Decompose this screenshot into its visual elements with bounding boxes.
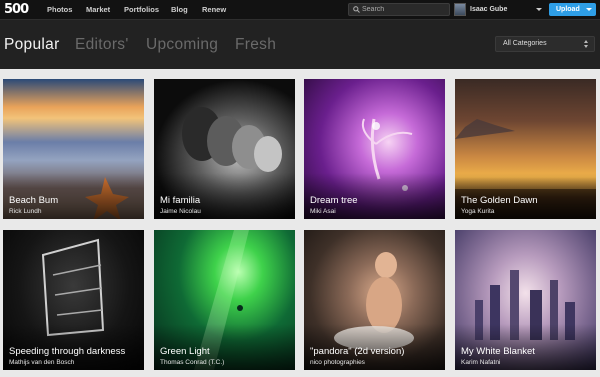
nav-portfolios[interactable]: Portfolios — [124, 0, 159, 19]
user-name: Isaac Gube — [470, 6, 508, 13]
avatar — [454, 3, 466, 16]
nav-renew[interactable]: Renew — [202, 0, 226, 19]
upload-label: Upload — [556, 6, 580, 13]
user-menu[interactable]: Isaac Gube — [454, 3, 544, 16]
chevron-down-icon — [586, 8, 592, 11]
photo-title[interactable]: Speeding through darkness — [9, 346, 125, 357]
top-nav-bar: 500 Photos Market Portfolios Blog Renew … — [0, 0, 600, 19]
select-arrows-icon — [584, 39, 589, 49]
photo-card[interactable]: Green Light Thomas Conrad (T.C.) — [154, 230, 295, 370]
tab-fresh[interactable]: Fresh — [235, 35, 276, 54]
search-input[interactable] — [362, 4, 448, 15]
photo-card[interactable]: Dream tree Miki Asai — [304, 79, 445, 219]
nav-market[interactable]: Market — [86, 0, 110, 19]
nav-blog[interactable]: Blog — [171, 0, 188, 19]
photo-author[interactable]: Rick Lundh — [9, 207, 42, 216]
logo[interactable]: 500 — [4, 2, 30, 17]
photo-author[interactable]: Karim Nafatni — [461, 358, 500, 367]
category-select[interactable]: All Categories — [495, 36, 595, 52]
photo-title[interactable]: Green Light — [160, 346, 210, 357]
tab-editors[interactable]: Editors' — [75, 35, 129, 54]
photo-card[interactable]: Beach Bum Rick Lundh — [3, 79, 144, 219]
photo-author[interactable]: nico photographies — [310, 358, 365, 367]
photo-card[interactable]: "pandora" (2d version) nico photographie… — [304, 230, 445, 370]
photo-author[interactable]: Yoga Kurita — [461, 207, 494, 216]
nav-photos[interactable]: Photos — [47, 0, 72, 19]
photo-author[interactable]: Mathijs van den Bosch — [9, 358, 74, 367]
photo-author[interactable]: Miki Asai — [310, 207, 336, 216]
photo-author[interactable]: Thomas Conrad (T.C.) — [160, 358, 224, 367]
photo-title[interactable]: Beach Bum — [9, 195, 58, 206]
chevron-down-icon — [536, 8, 542, 11]
search-box[interactable] — [348, 3, 450, 16]
photo-title[interactable]: "pandora" (2d version) — [310, 346, 404, 357]
photo-card[interactable]: Speeding through darkness Mathijs van de… — [3, 230, 144, 370]
photo-title[interactable]: My White Blanket — [461, 346, 535, 357]
photo-title[interactable]: Mi familia — [160, 195, 200, 206]
category-tabs-bar: Popular Editors' Upcoming Fresh All Cate… — [0, 19, 600, 69]
photo-card[interactable]: Mi familia Jaime Nicolau — [154, 79, 295, 219]
category-select-value: All Categories — [503, 40, 547, 47]
photo-title[interactable]: The Golden Dawn — [461, 195, 538, 206]
tab-upcoming[interactable]: Upcoming — [146, 35, 218, 54]
upload-button[interactable]: Upload — [549, 3, 596, 16]
tab-popular[interactable]: Popular — [4, 35, 60, 54]
photo-author[interactable]: Jaime Nicolau — [160, 207, 201, 216]
photo-card[interactable]: The Golden Dawn Yoga Kurita — [455, 79, 596, 219]
photo-title[interactable]: Dream tree — [310, 195, 358, 206]
photo-card[interactable]: My White Blanket Karim Nafatni — [455, 230, 596, 370]
search-icon — [353, 6, 360, 13]
